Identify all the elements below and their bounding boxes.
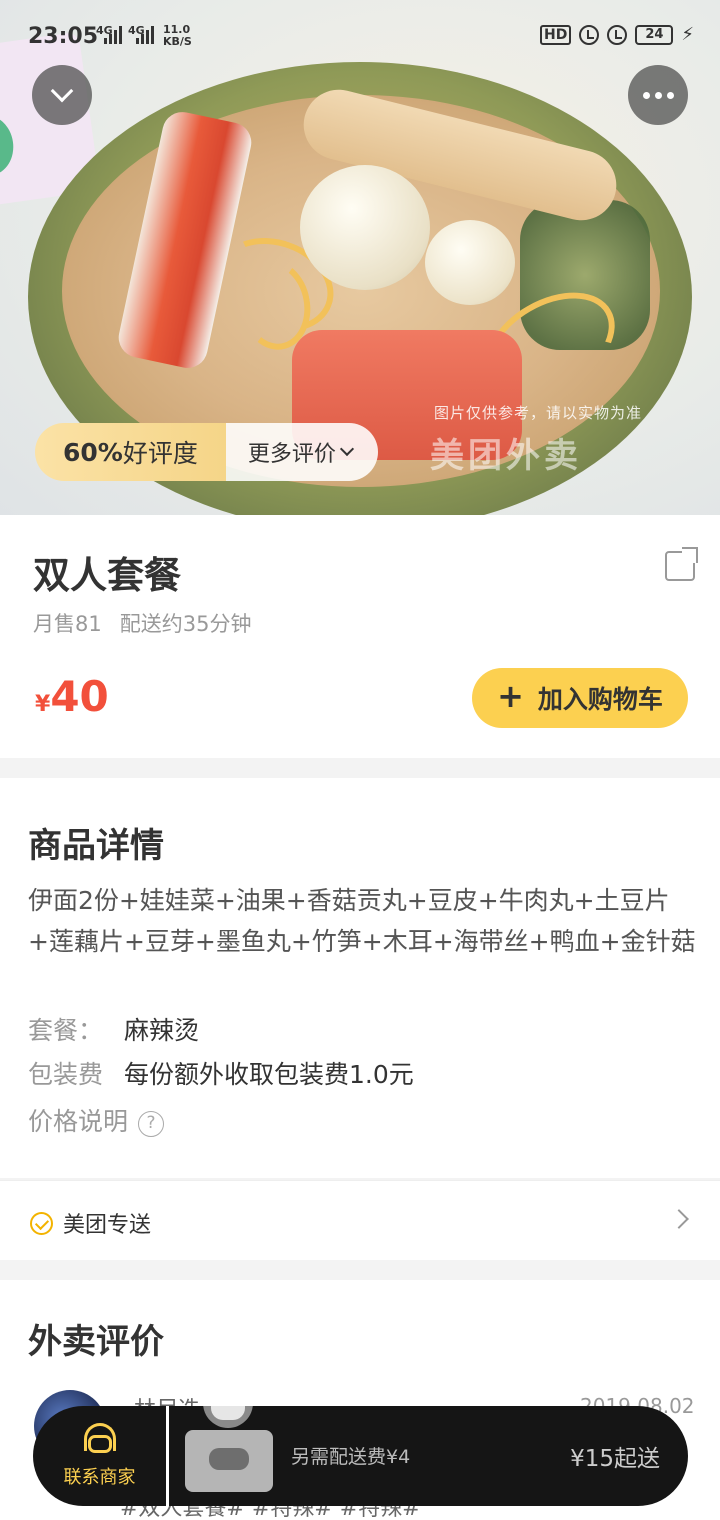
status-bar: 23:05 4G 4G 11.0 KB/S HD 24 ⚡ <box>0 0 720 74</box>
chevron-down-icon <box>50 79 74 103</box>
contact-merchant-button[interactable]: 联系商家 <box>33 1406 169 1506</box>
positive-rating: 60% 好评度 <box>35 423 226 481</box>
set-meal-row: 套餐： 麻辣烫 <box>28 1016 200 1045</box>
minimum-order: ¥15起送 <box>570 1446 660 1472</box>
product-meta: 月售81 配送约35分钟 <box>33 608 251 638</box>
more-dots-icon <box>642 91 674 99</box>
reviews-title: 外卖评价 <box>28 1322 164 1362</box>
hd-icon: HD <box>540 24 572 45</box>
chevron-down-icon <box>339 441 354 457</box>
charging-icon: ⚡ <box>681 24 694 45</box>
delivery-fee: 另需配送费¥4 <box>291 1446 411 1468</box>
add-to-cart-button[interactable]: + 加入购物车 <box>472 668 688 728</box>
image-disclaimer: 图片仅供参考，请以实物为准 <box>434 404 643 422</box>
more-reviews-button[interactable]: 更多评价 <box>225 423 378 481</box>
monthly-sales: 月售81 <box>33 612 102 636</box>
product-price: ¥40 <box>35 672 109 721</box>
clock: 23:05 <box>28 24 99 49</box>
question-icon[interactable]: ? <box>138 1111 165 1137</box>
watermark-logo: 美团外卖 <box>430 436 582 476</box>
rating-pill[interactable]: 60% 好评度 更多评价 <box>35 423 378 481</box>
delivery-rider-icon <box>181 1406 273 1496</box>
product-detail-page: 图片仅供参考，请以实物为准 美团外卖 23:05 4G 4G 11.0 KB/S… <box>0 0 720 1520</box>
signal-icon <box>136 26 154 44</box>
headset-icon <box>80 1423 120 1457</box>
collapse-button[interactable] <box>32 65 92 125</box>
alarm-icon <box>607 24 628 45</box>
product-description: 伊面2份+娃娃菜+油果+香菇贡丸+豆皮+牛肉丸+土豆片+莲藕片+豆芽+墨鱼丸+竹… <box>28 886 696 956</box>
delivery-time: 配送约35分钟 <box>119 612 252 636</box>
cart-summary[interactable]: 另需配送费¥4 ¥15起送 <box>169 1406 688 1506</box>
price-note-row[interactable]: 价格说明? <box>28 1102 165 1138</box>
more-options-button[interactable] <box>628 65 688 125</box>
rotation-lock-icon <box>579 24 600 45</box>
battery-icon: 24 <box>635 24 674 45</box>
checkout-bar: 联系商家 另需配送费¥4 ¥15起送 <box>33 1406 688 1506</box>
plus-icon: + <box>497 677 524 715</box>
delivery-label: 美团专送 <box>63 1213 152 1238</box>
share-icon[interactable] <box>665 547 698 581</box>
signal-icon <box>104 26 122 44</box>
details-title: 商品详情 <box>28 826 164 866</box>
packaging-fee-row: 包装费 每份额外收取包装费1.0元 <box>28 1060 414 1089</box>
check-circle-icon <box>30 1211 53 1235</box>
product-title: 双人套餐 <box>33 554 181 597</box>
network-speed: 11.0 KB/S <box>163 23 192 48</box>
